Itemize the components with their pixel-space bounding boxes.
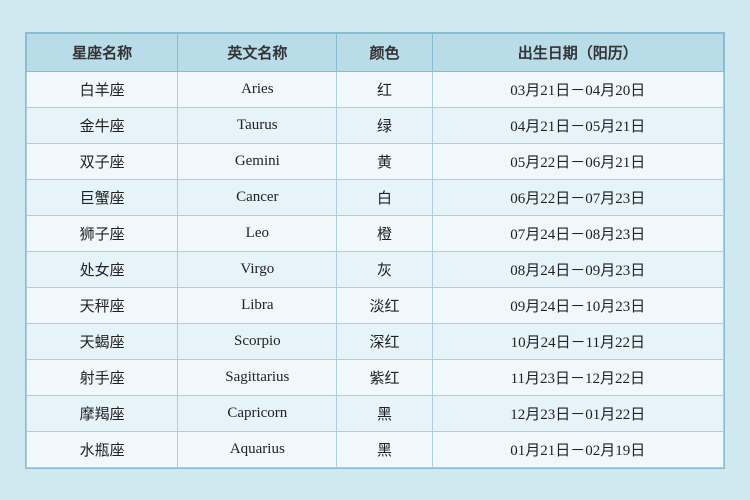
table-cell: 天蝎座 xyxy=(27,323,178,359)
table-row: 双子座Gemini黄05月22日－06月21日 xyxy=(27,143,724,179)
table-cell: 橙 xyxy=(337,215,432,251)
table-row: 射手座Sagittarius紫红11月23日－12月22日 xyxy=(27,359,724,395)
table-cell: 04月21日－05月21日 xyxy=(432,107,723,143)
zodiac-table-container: 星座名称英文名称颜色出生日期（阳历） 白羊座Aries红03月21日－04月20… xyxy=(25,32,725,469)
table-header-cell: 出生日期（阳历） xyxy=(432,33,723,71)
table-cell: Sagittarius xyxy=(178,359,337,395)
table-cell: 水瓶座 xyxy=(27,431,178,467)
table-row: 摩羯座Capricorn黑12月23日－01月22日 xyxy=(27,395,724,431)
table-cell: 狮子座 xyxy=(27,215,178,251)
table-cell: 07月24日－08月23日 xyxy=(432,215,723,251)
table-row: 巨蟹座Cancer白06月22日－07月23日 xyxy=(27,179,724,215)
table-row: 天蝎座Scorpio深红10月24日－11月22日 xyxy=(27,323,724,359)
table-header-row: 星座名称英文名称颜色出生日期（阳历） xyxy=(27,33,724,71)
table-cell: 处女座 xyxy=(27,251,178,287)
table-cell: 摩羯座 xyxy=(27,395,178,431)
table-cell: Libra xyxy=(178,287,337,323)
table-cell: 09月24日－10月23日 xyxy=(432,287,723,323)
table-header-cell: 英文名称 xyxy=(178,33,337,71)
table-cell: 10月24日－11月22日 xyxy=(432,323,723,359)
table-cell: 红 xyxy=(337,71,432,107)
table-row: 狮子座Leo橙07月24日－08月23日 xyxy=(27,215,724,251)
table-cell: Capricorn xyxy=(178,395,337,431)
table-cell: Scorpio xyxy=(178,323,337,359)
table-cell: Cancer xyxy=(178,179,337,215)
table-body: 白羊座Aries红03月21日－04月20日金牛座Taurus绿04月21日－0… xyxy=(27,71,724,467)
table-cell: Virgo xyxy=(178,251,337,287)
table-cell: 05月22日－06月21日 xyxy=(432,143,723,179)
table-cell: 12月23日－01月22日 xyxy=(432,395,723,431)
table-cell: 06月22日－07月23日 xyxy=(432,179,723,215)
table-row: 天秤座Libra淡红09月24日－10月23日 xyxy=(27,287,724,323)
table-cell: 绿 xyxy=(337,107,432,143)
table-cell: Leo xyxy=(178,215,337,251)
table-cell: 黄 xyxy=(337,143,432,179)
table-cell: 11月23日－12月22日 xyxy=(432,359,723,395)
table-row: 水瓶座Aquarius黑01月21日－02月19日 xyxy=(27,431,724,467)
table-cell: 白羊座 xyxy=(27,71,178,107)
table-cell: 紫红 xyxy=(337,359,432,395)
table-header-cell: 星座名称 xyxy=(27,33,178,71)
table-cell: 淡红 xyxy=(337,287,432,323)
table-cell: 巨蟹座 xyxy=(27,179,178,215)
table-cell: 白 xyxy=(337,179,432,215)
table-cell: 01月21日－02月19日 xyxy=(432,431,723,467)
table-cell: 黑 xyxy=(337,395,432,431)
table-cell: Aries xyxy=(178,71,337,107)
table-cell: Gemini xyxy=(178,143,337,179)
table-cell: 射手座 xyxy=(27,359,178,395)
table-cell: Aquarius xyxy=(178,431,337,467)
table-cell: 03月21日－04月20日 xyxy=(432,71,723,107)
table-cell: 双子座 xyxy=(27,143,178,179)
table-cell: 黑 xyxy=(337,431,432,467)
table-row: 白羊座Aries红03月21日－04月20日 xyxy=(27,71,724,107)
table-cell: 深红 xyxy=(337,323,432,359)
zodiac-table: 星座名称英文名称颜色出生日期（阳历） 白羊座Aries红03月21日－04月20… xyxy=(26,33,724,468)
table-cell: 天秤座 xyxy=(27,287,178,323)
table-row: 金牛座Taurus绿04月21日－05月21日 xyxy=(27,107,724,143)
table-header-cell: 颜色 xyxy=(337,33,432,71)
table-row: 处女座Virgo灰08月24日－09月23日 xyxy=(27,251,724,287)
table-cell: 金牛座 xyxy=(27,107,178,143)
table-cell: Taurus xyxy=(178,107,337,143)
table-cell: 灰 xyxy=(337,251,432,287)
table-cell: 08月24日－09月23日 xyxy=(432,251,723,287)
